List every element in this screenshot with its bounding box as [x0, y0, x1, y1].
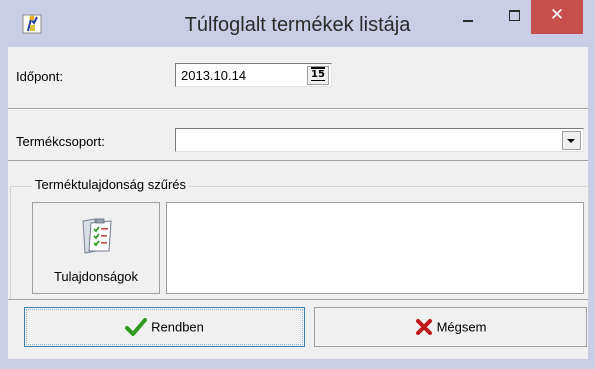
clipboard-checklist-icon [82, 218, 112, 254]
minimize-button[interactable] [452, 0, 486, 34]
date-field[interactable]: 2013.10.14 15 [175, 63, 332, 87]
date-value: 2013.10.14 [181, 68, 247, 83]
cross-icon [415, 319, 432, 335]
dialog-client: Időpont: 2013.10.14 15 Termékcsoport: Te… [8, 47, 589, 359]
properties-button-label: Tulajdonságok [53, 269, 139, 284]
date-label: Időpont: [16, 69, 63, 84]
cancel-button[interactable]: Mégsem [314, 307, 587, 347]
title-bar[interactable]: Túlfoglalt termékek listája ✕ [0, 0, 595, 47]
footer-divider [8, 299, 588, 300]
close-icon: ✕ [549, 5, 565, 25]
maximize-button[interactable] [498, 0, 532, 34]
group-label: Termékcsoport: [16, 134, 105, 149]
ok-button[interactable]: Rendben [24, 307, 305, 347]
minimize-icon [463, 20, 473, 22]
calendar-icon: 15 [311, 67, 325, 81]
filter-legend: Terméktulajdonság szűrés [32, 177, 190, 192]
dropdown-button[interactable] [562, 131, 581, 150]
group-row: Termékcsoport: [8, 109, 588, 161]
properties-list[interactable] [166, 202, 584, 294]
chevron-down-icon [567, 139, 575, 143]
calendar-button[interactable]: 15 [307, 66, 329, 85]
properties-button[interactable]: Tulajdonságok [32, 202, 160, 294]
ok-button-label: Rendben [151, 319, 204, 335]
ok-button-content: Rendben [25, 318, 304, 336]
cancel-button-content: Mégsem [315, 318, 586, 336]
cancel-button-label: Mégsem [436, 319, 487, 335]
close-button[interactable]: ✕ [531, 0, 583, 34]
checkmark-icon [125, 318, 148, 336]
product-group-select[interactable] [175, 128, 584, 152]
maximize-icon [509, 10, 520, 21]
date-row: Időpont: 2013.10.14 15 [8, 47, 588, 109]
dialog-window: Túlfoglalt termékek listája ✕ Időpont: 2… [0, 0, 595, 369]
